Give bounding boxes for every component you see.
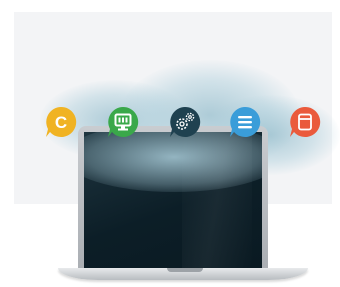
c-logo-icon: C [44,105,78,139]
monitor-icon [106,105,140,139]
list-icon [228,105,262,139]
screen-glare [182,132,252,268]
trackpad-notch [167,268,203,272]
c-logo-glyph: C [55,113,67,132]
gears-icon [168,105,202,139]
laptop-screen [84,132,262,268]
archive-icon [288,105,322,139]
